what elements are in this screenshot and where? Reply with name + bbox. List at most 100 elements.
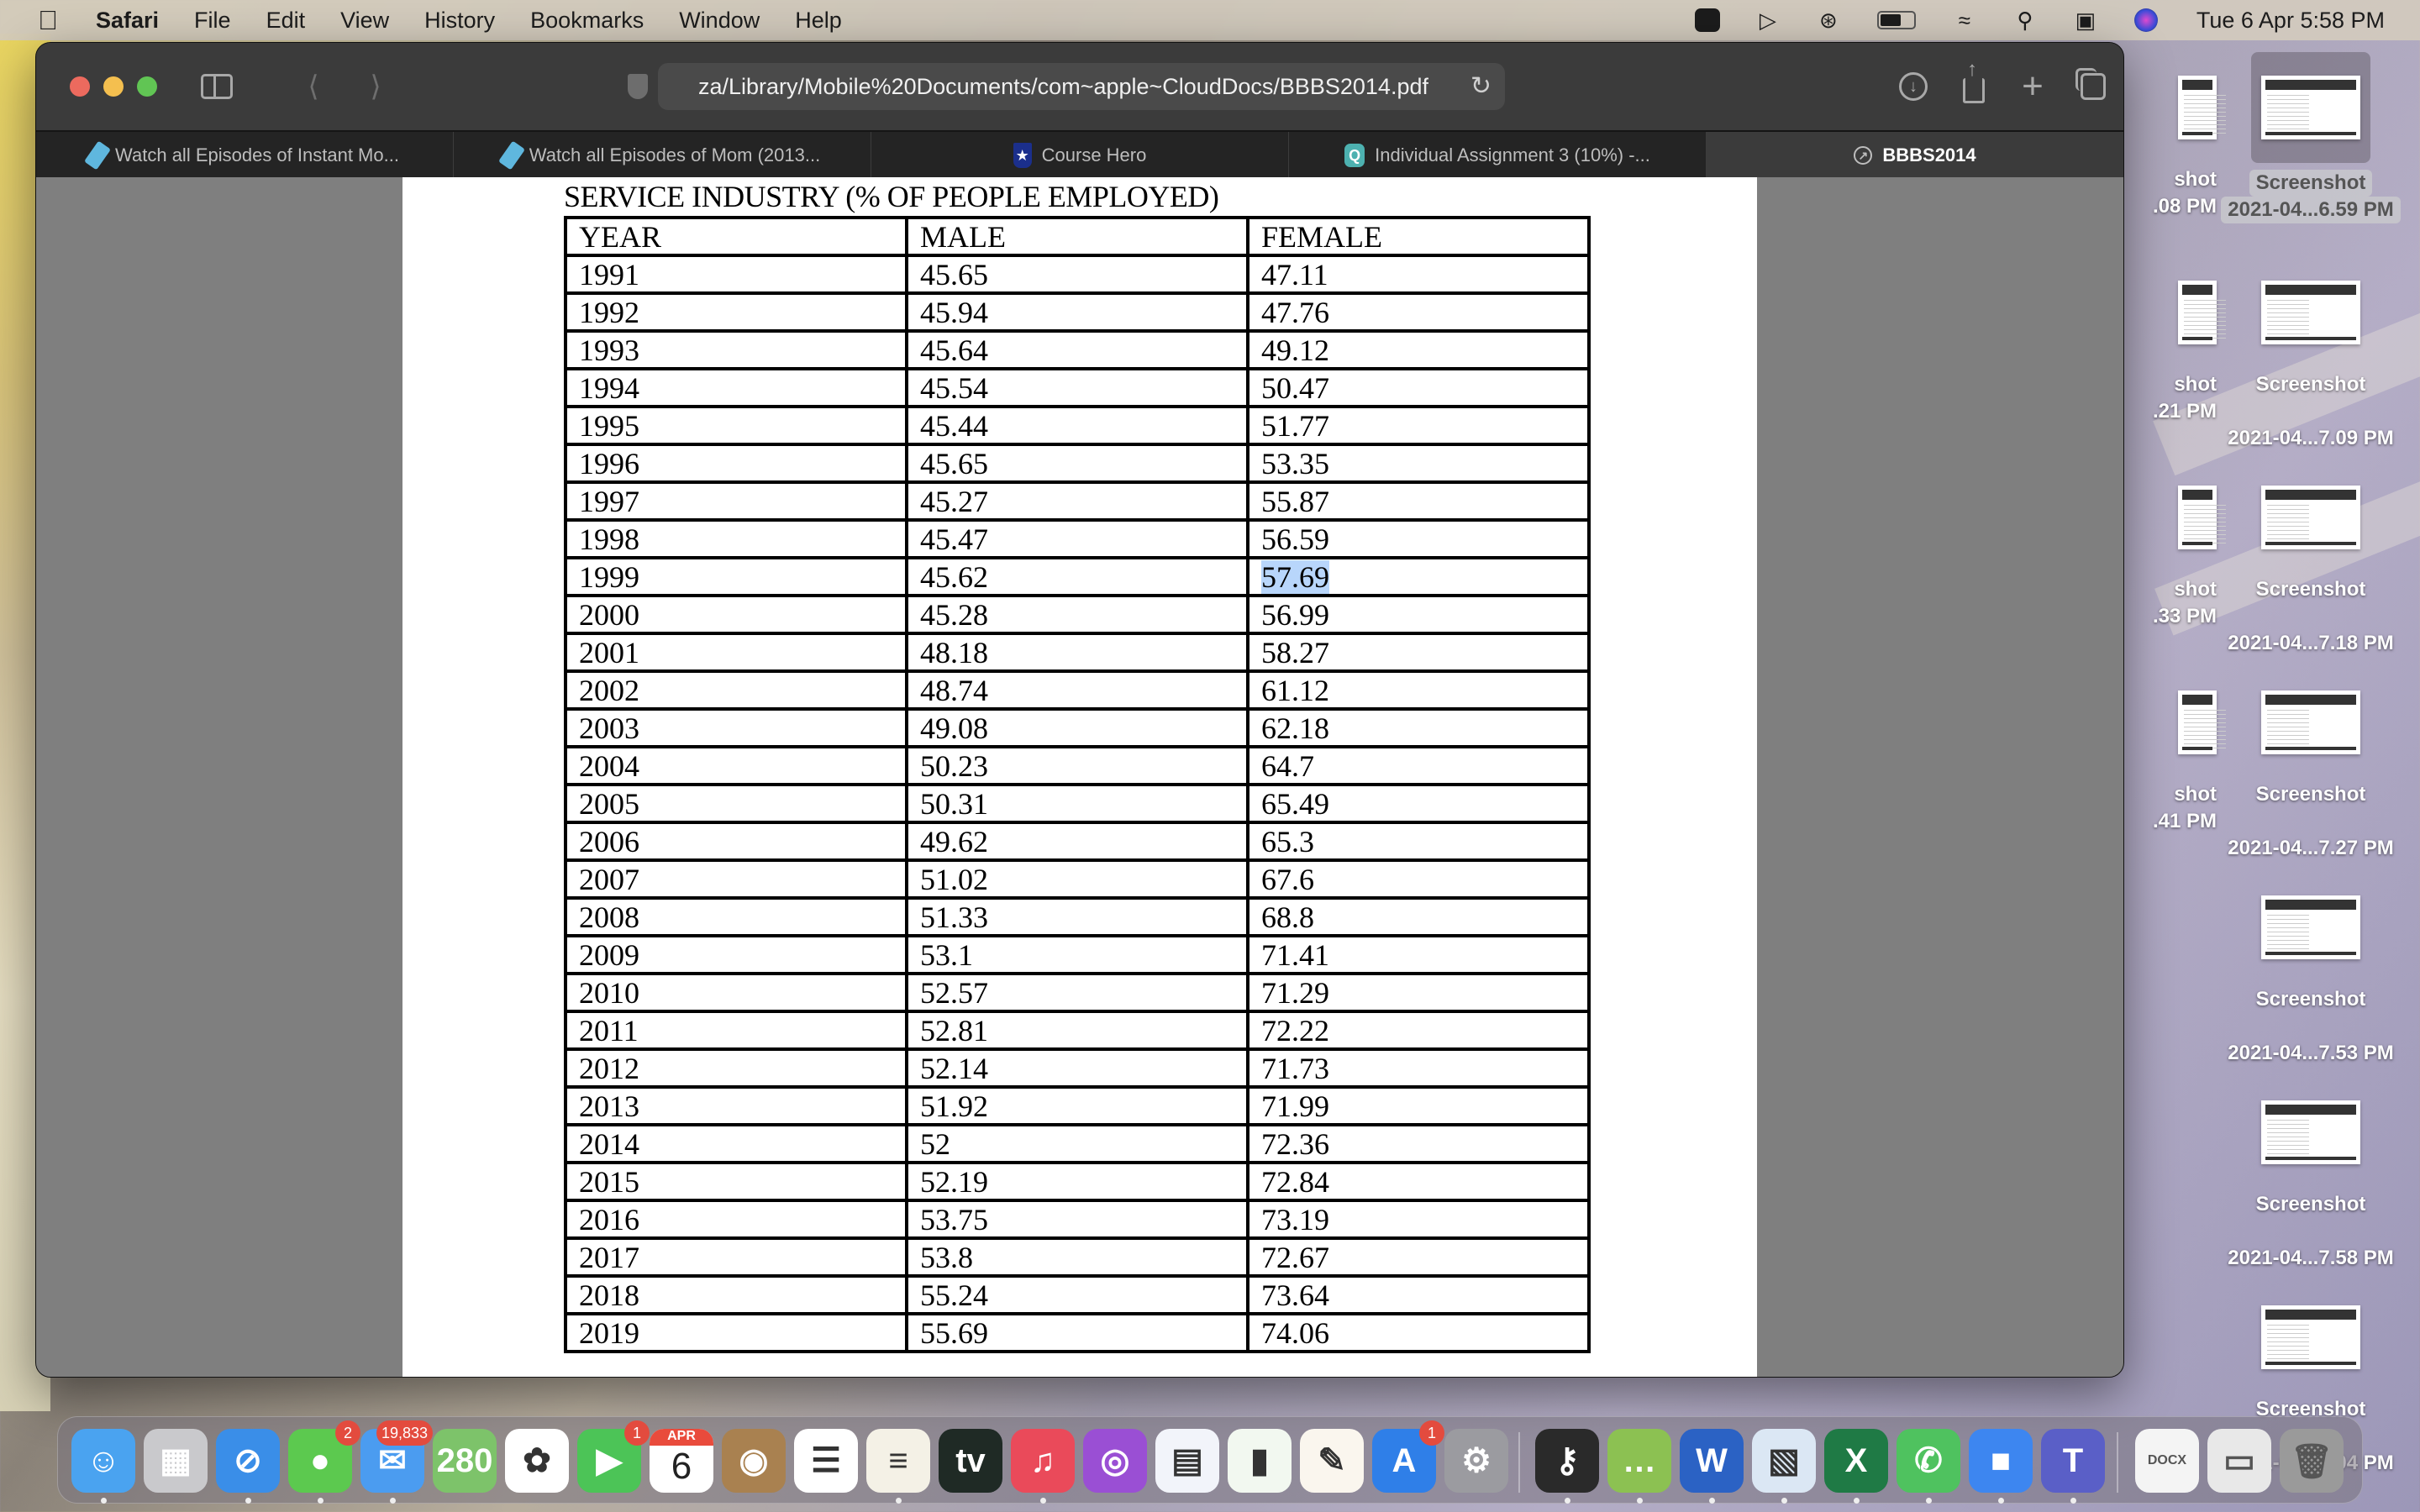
dock-tv[interactable]: tv (939, 1429, 1002, 1493)
tab-overview-icon[interactable] (2073, 66, 2113, 107)
tab-instant-mom[interactable]: Watch all Episodes of Instant Mo... (36, 132, 454, 179)
dock-keynote[interactable]: ▤ (1155, 1429, 1219, 1493)
file-label-line1: Screenshot (2255, 1193, 2366, 1215)
desktop-file-icon[interactable]: shot .21 PM (2124, 281, 2226, 425)
tab-individual-assignment[interactable]: Q Individual Assignment 3 (10%) -... (1289, 132, 1707, 179)
bluetooth-icon[interactable]: ⊛ (1813, 7, 1844, 34)
spotlight-icon[interactable]: ⚲ (2010, 7, 2040, 34)
dock-docx-document[interactable]: DOCX (2135, 1429, 2199, 1493)
cell-text: 53.35 (1261, 446, 1329, 480)
dock-calendar[interactable]: APR 6 (650, 1429, 713, 1493)
dock-notes[interactable]: ≡ (866, 1429, 930, 1493)
menu-clock[interactable]: Tue 6 Apr 5:58 PM (2196, 8, 2385, 34)
dock-mail[interactable]: ✉ 19,833 (360, 1420, 433, 1493)
cell-text: 45.54 (920, 370, 988, 405)
dock-system-preferences[interactable]: ⚙ (1444, 1429, 1508, 1493)
cell-text: 2013 (579, 1089, 639, 1123)
tab-course-hero[interactable]: ★ Course Hero (871, 132, 1289, 179)
dock-messages[interactable]: ● 2 (288, 1420, 360, 1493)
desktop-file-icon[interactable]: Screenshot 2021-04...7.58 PM (2210, 1100, 2412, 1272)
back-icon[interactable]: ⟨ (297, 66, 330, 107)
dock-speech-bubbles[interactable]: … (1607, 1429, 1671, 1493)
desktop-file-icon[interactable]: Screenshot 2021-04...7.53 PM (2210, 895, 2412, 1067)
dock-microsoft-teams[interactable]: T (2041, 1429, 2105, 1493)
dock-reminders[interactable]: ☰ (794, 1429, 858, 1493)
desktop-file-icon[interactable]: shot .08 PM (2124, 76, 2226, 220)
reload-icon[interactable]: ↻ (1470, 71, 1491, 101)
pdf-viewer[interactable]: SERVICE INDUSTRY (% OF PEOPLE EMPLOYED) … (36, 177, 2123, 1377)
desktop-file-icon[interactable]: Screenshot 2021-04...7.27 PM (2210, 690, 2412, 862)
share-icon[interactable] (1954, 58, 1994, 107)
dock-numbers[interactable]: ▮ (1228, 1429, 1292, 1493)
safari-window: ⟨ ⟩ za/Library/Mobile%20Documents/com~ap… (35, 42, 2124, 1378)
cell-text: 72.67 (1261, 1240, 1329, 1274)
close-window-button[interactable] (70, 76, 90, 97)
menu-bookmarks[interactable]: Bookmarks (530, 8, 644, 34)
siri-icon[interactable] (2131, 7, 2161, 34)
cell-year: 2002 (564, 669, 908, 711)
wifi-icon[interactable]: ≈ (1949, 7, 1980, 34)
dock-app-store[interactable]: A1 (1372, 1420, 1444, 1493)
table-row: 2012 52.14 71.73 (564, 1047, 1591, 1089)
dock-pages[interactable]: ✎ (1300, 1429, 1364, 1493)
desktop-file-icon[interactable]: Screenshot 2021-04...7.18 PM (2210, 486, 2412, 657)
dock-finder[interactable]: ☺ (71, 1429, 135, 1493)
dock-trash[interactable]: 🗑 (2280, 1429, 2344, 1493)
cell-text: 47.76 (1261, 295, 1329, 329)
dock-keychain-access[interactable]: ⚷ (1535, 1429, 1599, 1493)
cell-text: 2001 (579, 635, 639, 669)
dock-safari[interactable]: ⊘ (216, 1429, 280, 1493)
address-bar[interactable]: za/Library/Mobile%20Documents/com~apple~… (658, 63, 1505, 110)
dock-facetime[interactable]: ▶ 1 (577, 1420, 650, 1493)
menu-view[interactable]: View (340, 8, 389, 34)
menu-file[interactable]: File (194, 8, 231, 34)
cell-text: 2002 (579, 673, 639, 707)
zoom-icon[interactable] (1692, 7, 1723, 34)
tab-mom[interactable]: Watch all Episodes of Mom (2013... (454, 132, 871, 179)
battery-icon[interactable] (1874, 7, 1919, 34)
dock-whatsapp[interactable]: ✆ (1897, 1429, 1960, 1493)
menu-help[interactable]: Help (795, 8, 842, 34)
microsoft-word-icon: W (1696, 1441, 1728, 1479)
new-tab-icon[interactable]: + (2012, 66, 2053, 107)
cell-text: 45.65 (920, 446, 988, 480)
downloads-icon[interactable]: ↓ (1893, 66, 1933, 107)
zoom-window-button[interactable] (137, 76, 157, 97)
dock-screenshot-stack[interactable]: ▭ (2207, 1429, 2271, 1493)
dock-zoom[interactable]: ■ (1969, 1429, 2033, 1493)
dock-music[interactable]: ♫ (1011, 1429, 1075, 1493)
tv-icon: tv (955, 1441, 986, 1479)
menu-history[interactable]: History (424, 8, 495, 34)
control-center-icon[interactable]: ▣ (2070, 7, 2101, 34)
cell-female: 72.67 (1246, 1236, 1591, 1278)
desktop-file-icon[interactable]: shot .41 PM (2124, 690, 2226, 835)
menu-window[interactable]: Window (679, 8, 760, 34)
tab-bbbs2014[interactable]: ↗ BBBS2014 (1707, 132, 2123, 179)
cell-female: 67.6 (1246, 858, 1591, 900)
dock-podcasts[interactable]: ◎ (1083, 1429, 1147, 1493)
facetime-icon: ▶ (596, 1442, 623, 1479)
dock-microsoft-excel[interactable]: X (1824, 1429, 1888, 1493)
menu-edit[interactable]: Edit (266, 8, 306, 34)
minimize-window-button[interactable] (103, 76, 124, 97)
cell-text: 1993 (579, 333, 639, 367)
dock-maps[interactable]: 280 (433, 1429, 497, 1493)
menu-app-name[interactable]: Safari (96, 8, 159, 34)
desktop-file-icon[interactable]: Screenshot 2021-04...6.59 PM (2210, 52, 2412, 223)
privacy-shield-icon[interactable] (621, 66, 655, 107)
desktop-file-icon[interactable]: Screenshot 2021-04...7.09 PM (2210, 281, 2412, 452)
cell-year: 2004 (564, 745, 908, 786)
dock-contacts[interactable]: ◉ (722, 1429, 786, 1493)
desktop-file-icon[interactable]: shot .33 PM (2124, 486, 2226, 630)
play-icon[interactable]: ▷ (1753, 7, 1783, 34)
dock-photos[interactable]: ✿ (505, 1429, 569, 1493)
running-indicator (1926, 1498, 1932, 1504)
address-url[interactable]: za/Library/Mobile%20Documents/com~apple~… (698, 74, 1428, 100)
sidebar-toggle-icon[interactable] (196, 66, 238, 107)
dock-preview[interactable]: ▧ (1752, 1429, 1816, 1493)
file-thumbnail (2261, 1100, 2360, 1164)
forward-icon[interactable]: ⟩ (359, 66, 392, 107)
dock-microsoft-word[interactable]: W (1680, 1429, 1744, 1493)
dock-launchpad[interactable]: ▦ (144, 1429, 208, 1493)
apple-menu-icon[interactable]:  (35, 5, 60, 36)
